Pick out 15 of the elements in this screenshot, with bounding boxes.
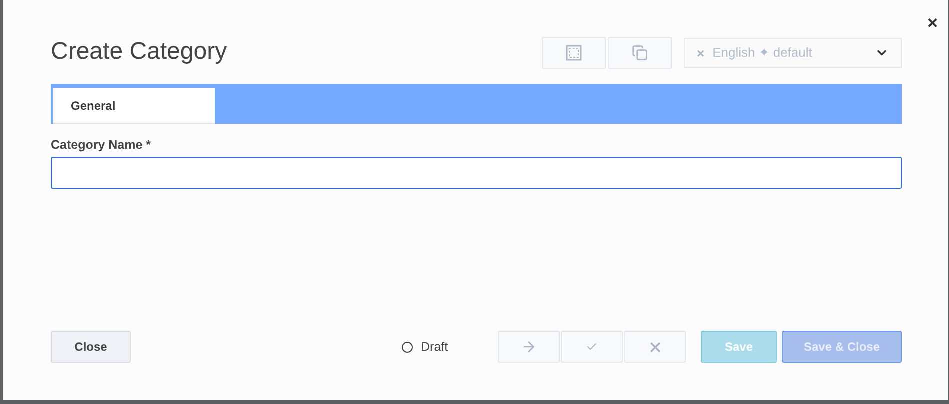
dialog-title: Create Category [51,38,228,66]
language-select[interactable]: × English ✦ default [684,38,902,68]
field-label: Category Name * [51,138,152,152]
frame-view-button[interactable] [542,37,606,69]
clear-icon[interactable]: × [697,46,705,60]
category-name-field[interactable] [51,157,902,189]
frame-icon [566,45,582,61]
copy-view-button[interactable] [608,37,672,69]
status-label: Draft [421,340,448,354]
close-button[interactable]: Close [51,331,131,363]
check-icon [586,341,598,353]
tab[interactable]: General [53,88,215,124]
status-radio[interactable] [402,342,413,352]
copy-icon [632,45,648,61]
language-value: English ✦ default [712,45,814,61]
